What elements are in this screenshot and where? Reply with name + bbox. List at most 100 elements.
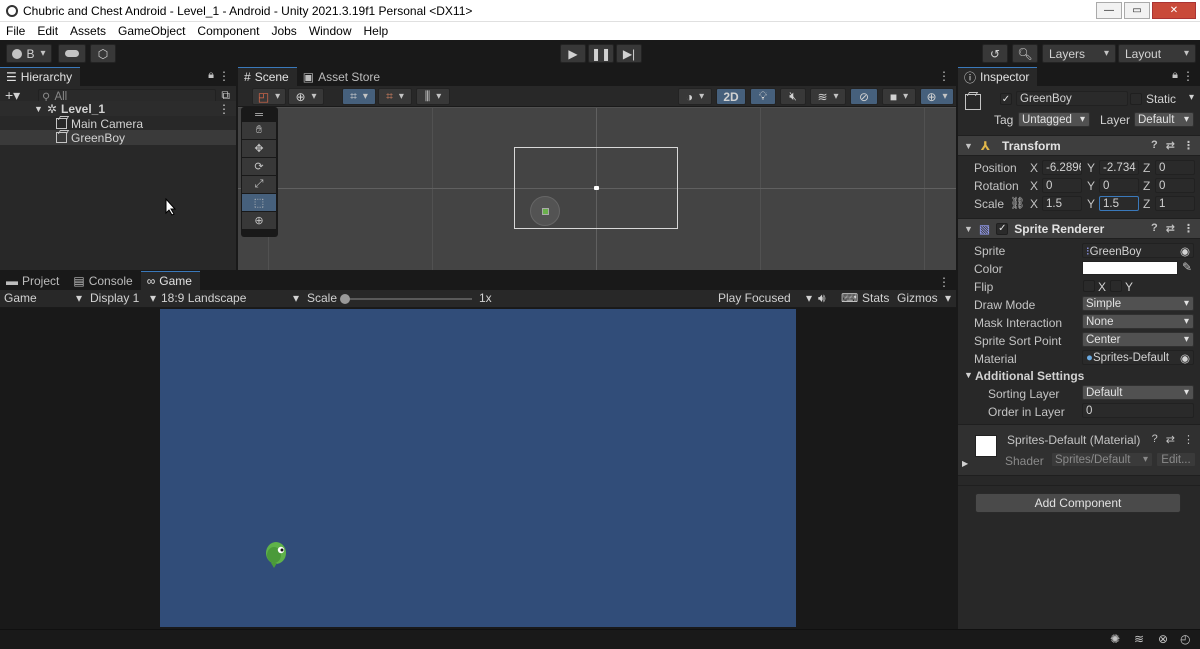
keyboard-icon[interactable]: ⌨: [841, 291, 858, 305]
ruler-dropdown[interactable]: ⫼: [416, 88, 450, 105]
fold-arrow-icon[interactable]: ▶: [962, 459, 968, 468]
aspect-dropdown[interactable]: 18:9 Landscape ▾: [161, 291, 299, 305]
preset-icon[interactable]: ⇄: [1166, 433, 1175, 446]
static-dropdown-icon[interactable]: ▾: [1189, 92, 1194, 103]
sorting-layer-dropdown[interactable]: Default: [1082, 385, 1194, 400]
menu-edit[interactable]: Edit: [31, 24, 64, 38]
component-menu-icon[interactable]: ⋮: [1183, 222, 1194, 235]
sprite-field[interactable]: ⁝GreenBoy ◉: [1082, 243, 1194, 258]
menu-jobs[interactable]: Jobs: [265, 24, 302, 38]
menu-help[interactable]: Help: [358, 24, 395, 38]
sprite-renderer-header[interactable]: ▼ ▧ ✓ Sprite Renderer ? ⇄ ⋮: [958, 218, 1200, 239]
search-button[interactable]: 🔍︎: [1012, 44, 1038, 63]
layer-dropdown[interactable]: Default: [1134, 112, 1194, 127]
minimize-button[interactable]: —: [1096, 2, 1122, 19]
play-button[interactable]: ▶: [560, 44, 586, 63]
shader-dropdown[interactable]: Sprites/Default: [1051, 452, 1153, 467]
scene-menu-icon[interactable]: ⋮: [938, 69, 950, 83]
rotation-x-field[interactable]: 0: [1042, 178, 1082, 193]
link-icon[interactable]: ⛓: [1010, 196, 1025, 210]
menu-gameobject[interactable]: GameObject: [112, 24, 191, 38]
lighting-toggle-button[interactable]: 💡︎: [750, 88, 776, 105]
object-picker-icon[interactable]: ◉: [1180, 244, 1190, 258]
rotate-tool-button[interactable]: ⟳: [242, 158, 276, 175]
fold-arrow-icon[interactable]: ▼: [964, 224, 973, 234]
cache-server-icon[interactable]: ⊗: [1158, 632, 1168, 646]
scene-viewport[interactable]: ═ ✋︎ ✥ ⟳ ⤢ ⬚ ⊕: [238, 107, 956, 270]
palette-handle[interactable]: ═: [242, 109, 276, 121]
draw-mode-dropdown[interactable]: Simple: [1082, 296, 1194, 311]
rect-tool-button[interactable]: ⬚: [242, 194, 276, 211]
position-x-field[interactable]: -6.2896: [1042, 160, 1082, 175]
lock-icon[interactable]: 🔒︎: [1172, 69, 1178, 82]
game-menu-icon[interactable]: ⋮: [938, 275, 950, 289]
hidden-objects-toggle[interactable]: ⊘: [850, 88, 878, 105]
tab-scene[interactable]: # Scene: [238, 67, 297, 86]
layout-dropdown[interactable]: Layout: [1118, 44, 1196, 63]
view-mode-dropdown[interactable]: Game ▾: [4, 291, 82, 305]
grid-snap-dropdown[interactable]: ⌗: [342, 88, 376, 105]
scale-tool-button[interactable]: ⤢: [242, 176, 276, 193]
account-dropdown[interactable]: B: [6, 44, 52, 63]
sort-point-dropdown[interactable]: Center: [1082, 332, 1194, 347]
step-button[interactable]: ▶|: [616, 44, 642, 63]
hierarchy-scene-row[interactable]: ▼ ✲ Level_1 ⋮: [0, 101, 236, 116]
tag-dropdown[interactable]: Untagged: [1018, 112, 1090, 127]
cloud-button[interactable]: [58, 44, 86, 63]
effects-dropdown[interactable]: ≋: [810, 88, 846, 105]
add-component-button[interactable]: Add Component: [975, 493, 1181, 513]
help-icon[interactable]: ?: [1151, 222, 1158, 235]
menu-assets[interactable]: Assets: [64, 24, 112, 38]
active-checkbox[interactable]: ✓: [1000, 93, 1012, 105]
hand-tool-button[interactable]: ✋︎: [242, 122, 276, 139]
scene-menu-icon[interactable]: ⋮: [218, 102, 230, 116]
object-name-field[interactable]: GreenBoy: [1016, 91, 1128, 106]
hierarchy-item-greenboy[interactable]: GreenBoy: [0, 130, 236, 145]
scale-z-field[interactable]: 1: [1155, 196, 1195, 211]
tab-hierarchy[interactable]: ☰ Hierarchy: [0, 67, 81, 86]
mask-interaction-dropdown[interactable]: None: [1082, 314, 1194, 329]
help-icon[interactable]: ?: [1151, 139, 1158, 152]
rotation-z-field[interactable]: 0: [1155, 178, 1195, 193]
game-view-canvas[interactable]: [160, 309, 796, 627]
flip-x-checkbox[interactable]: [1083, 280, 1095, 292]
hierarchy-item-main-camera[interactable]: Main Camera: [0, 116, 236, 131]
pause-button[interactable]: ❚❚: [588, 44, 614, 63]
additional-settings-foldout[interactable]: Additional Settings: [975, 369, 1084, 383]
tab-asset-store[interactable]: ▣ Asset Store: [296, 67, 389, 86]
tab-inspector[interactable]: ⓘ Inspector: [958, 67, 1038, 86]
sprite-renderer-enabled-checkbox[interactable]: ✓: [996, 222, 1009, 235]
position-z-field[interactable]: 0: [1155, 160, 1195, 175]
gizmos-dropdown[interactable]: ⊕: [920, 88, 954, 105]
draw-mode-dropdown[interactable]: ◰: [252, 88, 286, 105]
history-button[interactable]: ↺: [982, 44, 1008, 63]
object-picker-icon[interactable]: ◉: [1180, 351, 1190, 365]
2d-toggle-button[interactable]: 2D: [716, 88, 746, 105]
color-swatch[interactable]: [1082, 261, 1178, 275]
menu-component[interactable]: Component: [191, 24, 265, 38]
auto-generate-lighting-icon[interactable]: ◴: [1180, 632, 1190, 646]
gameobject-large-icon[interactable]: [962, 91, 984, 113]
transform-header[interactable]: ▼ ⅄ Transform ? ⇄ ⋮: [958, 135, 1200, 156]
progress-layers-icon[interactable]: ≋: [1134, 632, 1144, 646]
greenboy-scene-sprite[interactable]: [530, 196, 560, 226]
scale-y-field[interactable]: 1.5: [1099, 196, 1139, 211]
camera-dropdown[interactable]: ■: [882, 88, 916, 105]
audio-toggle-button[interactable]: 🔇︎: [780, 88, 806, 105]
stats-button[interactable]: Stats: [862, 291, 889, 305]
transform-tool-button[interactable]: ⊕: [242, 212, 276, 229]
gizmos-dropdown-game[interactable]: Gizmos ▾: [897, 291, 951, 305]
menu-file[interactable]: File: [0, 24, 31, 38]
rotation-y-field[interactable]: 0: [1099, 178, 1139, 193]
close-button[interactable]: ✕: [1152, 2, 1196, 19]
collab-button[interactable]: ⬡: [90, 44, 116, 63]
snap-increment-dropdown[interactable]: ⌗: [378, 88, 412, 105]
tab-game[interactable]: ∞ Game: [140, 271, 200, 290]
display-dropdown[interactable]: Display 1 ▾: [90, 291, 156, 305]
help-icon[interactable]: ?: [1152, 433, 1158, 446]
move-tool-button[interactable]: ✥: [242, 140, 276, 157]
play-mode-dropdown[interactable]: Play Focused ▾: [718, 291, 812, 305]
lock-icon[interactable]: 🔒︎: [208, 69, 214, 82]
scale-slider[interactable]: [340, 294, 472, 304]
inspector-menu-icon[interactable]: ⋮: [1182, 69, 1194, 83]
